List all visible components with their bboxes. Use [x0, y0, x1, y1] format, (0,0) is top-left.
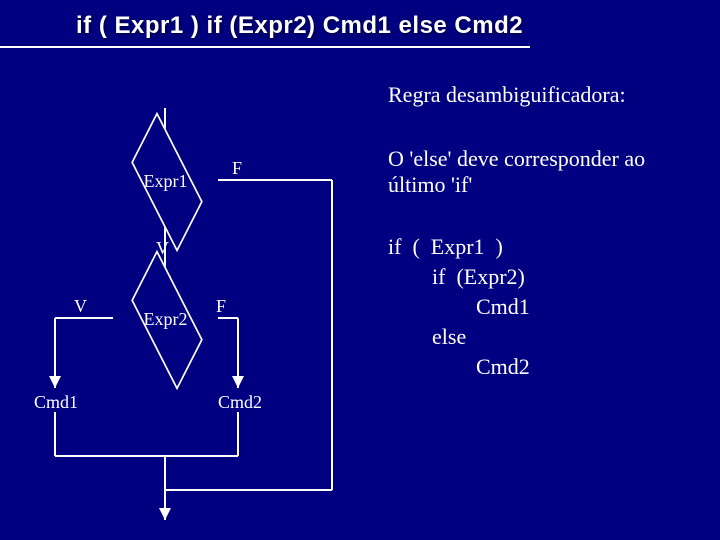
edge-label-f1: F	[232, 158, 242, 179]
decision-expr1-label: Expr1	[143, 171, 188, 192]
heading-disambiguation: Regra desambiguificadora:	[388, 82, 626, 108]
description-else-rule: O 'else' deve corresponder ao último 'if…	[388, 146, 698, 198]
edge-label-f2: F	[216, 296, 226, 317]
flowchart-lines	[0, 0, 400, 540]
decision-expr2-label: Expr2	[143, 309, 188, 330]
edge-label-v2: V	[74, 296, 87, 317]
code-block: if ( Expr1 ) if (Expr2) Cmd1 else Cmd2	[388, 232, 530, 382]
process-cmd2: Cmd2	[218, 392, 262, 413]
process-cmd1: Cmd1	[34, 392, 78, 413]
